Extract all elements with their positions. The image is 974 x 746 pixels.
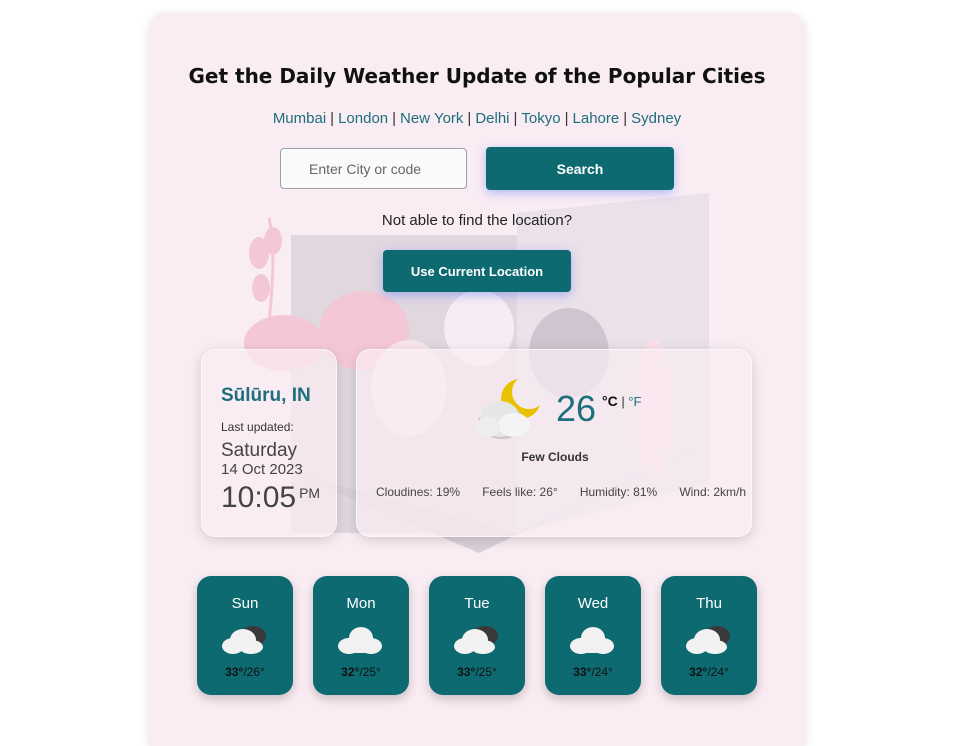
forecast-low: /24° bbox=[707, 665, 729, 679]
city-separator: | bbox=[330, 110, 335, 127]
forecast-card-wed[interactable]: Wed 33°/24° bbox=[545, 576, 641, 695]
forecast-temps: 33°/24° bbox=[545, 665, 641, 679]
broken-clouds-icon bbox=[686, 626, 730, 654]
weather-card: Get the Daily Weather Update of the Popu… bbox=[149, 13, 805, 746]
current-weather-panel: 26 °C | °F Few Clouds Cloudines: 19% Fee… bbox=[356, 349, 752, 537]
forecast-high: 33° bbox=[573, 665, 592, 679]
forecast-day: Mon bbox=[346, 595, 376, 612]
forecast-card-thu[interactable]: Thu 32°/24° bbox=[661, 576, 757, 695]
city-link-mumbai[interactable]: Mumbai bbox=[273, 110, 326, 127]
broken-clouds-icon bbox=[222, 626, 266, 654]
forecast-temps: 33°/25° bbox=[429, 665, 525, 679]
city-separator: | bbox=[392, 110, 397, 127]
current-day: Saturday bbox=[221, 440, 298, 461]
weather-stats: Cloudines: 19% Feels like: 26° Humidity:… bbox=[376, 485, 746, 499]
popular-cities-list: Mumbai | London | New York | Delhi | Tokyo | Lahor… bbox=[149, 110, 805, 127]
forecast-day: Wed bbox=[577, 595, 609, 612]
feels-like-stat: Feels like: 26° bbox=[482, 485, 558, 499]
forecast-card-tue[interactable]: Tue 33°/25° bbox=[429, 576, 525, 695]
city-link-sydney[interactable]: Sydney bbox=[631, 110, 681, 127]
city-separator: | bbox=[513, 110, 518, 127]
city-separator: | bbox=[623, 110, 628, 127]
forecast-temps: 32°/25° bbox=[313, 665, 409, 679]
wind-stat: Wind: 2km/h bbox=[679, 485, 746, 499]
city-link-new-york[interactable]: New York bbox=[400, 110, 463, 127]
search-button[interactable]: Search bbox=[486, 147, 674, 190]
cloud-icon bbox=[570, 627, 614, 654]
forecast-day: Thu bbox=[696, 595, 722, 612]
forecast-high: 32° bbox=[689, 665, 708, 679]
weather-condition: Few Clouds bbox=[521, 450, 589, 464]
time-value: 10:05 bbox=[221, 481, 297, 514]
location-name: Sūlūru, IN bbox=[221, 385, 311, 406]
forecast-temps: 33°/26° bbox=[197, 665, 293, 679]
forecast-card-sun[interactable]: Sun 33°/26° bbox=[197, 576, 293, 695]
forecast-day: Tue bbox=[464, 595, 490, 612]
cloud-icon bbox=[338, 627, 382, 654]
forecast-low: /25° bbox=[475, 665, 497, 679]
city-search-input[interactable] bbox=[280, 148, 467, 189]
forecast-low: /24° bbox=[591, 665, 613, 679]
forecast-high: 33° bbox=[225, 665, 244, 679]
unit-toggle: °C | °F bbox=[602, 393, 642, 409]
city-separator: | bbox=[564, 110, 569, 127]
broken-clouds-icon bbox=[454, 626, 498, 654]
location-datetime-panel: Sūlūru, IN Last updated: Saturday 14 Oct… bbox=[201, 349, 337, 537]
current-time: 10:05 PM bbox=[221, 481, 320, 515]
location-prompt: Not able to find the location? bbox=[381, 212, 573, 229]
current-date: 14 Oct 2023 bbox=[221, 461, 303, 478]
use-current-location-button[interactable]: Use Current Location bbox=[383, 250, 571, 292]
last-updated-label: Last updated: bbox=[221, 420, 294, 434]
city-link-delhi[interactable]: Delhi bbox=[475, 110, 509, 127]
fahrenheit-toggle[interactable]: °F bbox=[628, 394, 641, 409]
forecast-temps: 32°/24° bbox=[661, 665, 757, 679]
city-separator: | bbox=[467, 110, 472, 127]
forecast-day: Sun bbox=[231, 595, 259, 612]
forecast-high: 32° bbox=[341, 665, 360, 679]
forecast-low: /25° bbox=[359, 665, 381, 679]
unit-separator: | bbox=[621, 394, 625, 409]
city-link-tokyo[interactable]: Tokyo bbox=[521, 110, 560, 127]
current-temperature: 26 bbox=[556, 388, 597, 429]
partly-cloudy-night-icon bbox=[476, 379, 540, 439]
city-link-lahore[interactable]: Lahore bbox=[573, 110, 620, 127]
forecast-high: 33° bbox=[457, 665, 476, 679]
forecast-card-mon[interactable]: Mon 32°/25° bbox=[313, 576, 409, 695]
humidity-stat: Humidity: 81% bbox=[579, 485, 658, 499]
page-title: Get the Daily Weather Update of the Popu… bbox=[188, 64, 766, 88]
cloudiness-stat: Cloudines: 19% bbox=[376, 485, 461, 499]
forecast-low: /26° bbox=[243, 665, 265, 679]
time-ampm: PM bbox=[299, 485, 321, 501]
celsius-toggle[interactable]: °C bbox=[602, 393, 618, 409]
city-link-london[interactable]: London bbox=[338, 110, 388, 127]
